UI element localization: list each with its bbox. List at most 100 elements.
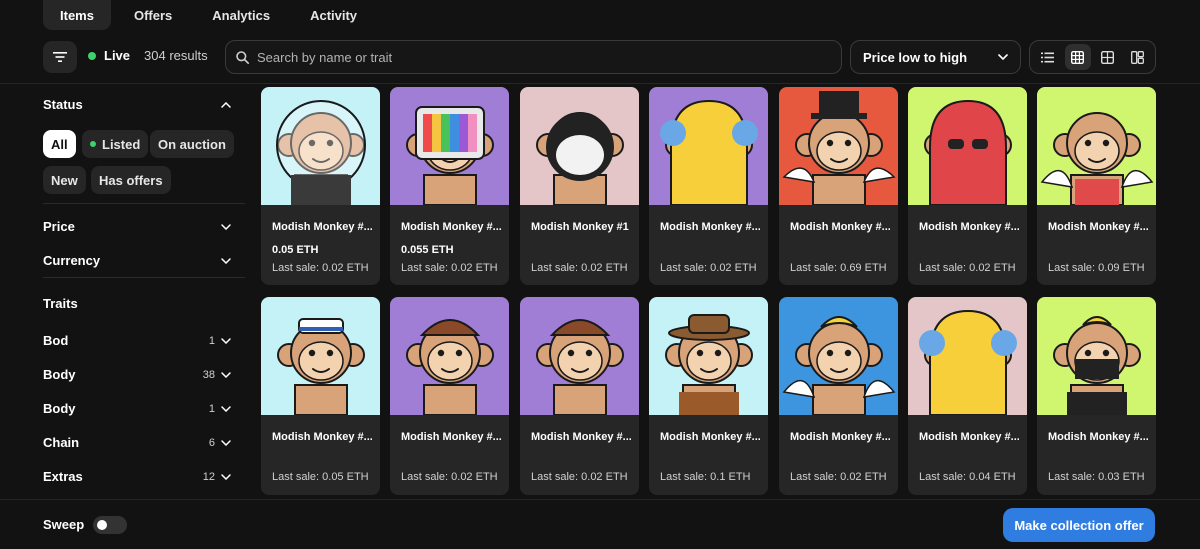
nft-card[interactable]: Modish Monkey #... Last sale: 0.02 ETH xyxy=(390,297,509,495)
trait-row-chain[interactable]: Chain 6 xyxy=(43,435,231,450)
nft-name: Modish Monkey #... xyxy=(272,221,372,233)
nft-card[interactable]: Modish Monkey #... Last sale: 0.69 ETH xyxy=(779,87,898,285)
trait-count: 38 xyxy=(202,368,215,381)
trait-count-wrap: 38 xyxy=(203,369,231,381)
trait-label: Chain xyxy=(43,435,80,450)
search-placeholder: Search by name or trait xyxy=(257,49,393,65)
nft-card[interactable]: Modish Monkey #... 0.05 ETH Last sale: 0.0… xyxy=(261,87,380,285)
status-chip-on-auction[interactable]: On auction xyxy=(150,130,234,158)
make-collection-offer-button[interactable]: Make collection offer xyxy=(1003,508,1155,542)
nft-image xyxy=(1037,87,1156,205)
nft-last-sale: Last sale: 0.05 ETH xyxy=(272,471,369,483)
sidebar-divider xyxy=(43,203,245,204)
trait-label: Extras xyxy=(43,469,83,484)
grid-view-button[interactable] xyxy=(1094,44,1120,70)
status-chip-all[interactable]: All xyxy=(43,130,76,158)
filter-toggle-button[interactable] xyxy=(43,41,77,73)
nft-image xyxy=(390,87,509,205)
listed-label: Listed xyxy=(102,136,141,152)
nft-last-sale: Last sale: 0.02 ETH xyxy=(272,262,369,274)
live-label: Live xyxy=(104,48,131,63)
nft-card[interactable]: Modish Monkey #... Last sale: 0.09 ETH xyxy=(1037,87,1156,285)
list-view-icon xyxy=(1041,52,1055,62)
trait-row-body-2[interactable]: Body 1 xyxy=(43,401,231,416)
price-filter[interactable]: Price xyxy=(43,219,231,234)
trait-count: 1 xyxy=(208,334,215,347)
result-count: 304 results xyxy=(144,48,208,63)
footer-divider xyxy=(0,499,1200,500)
nft-image xyxy=(1037,297,1156,415)
tab-analytics[interactable]: Analytics xyxy=(195,0,287,30)
tab-offers[interactable]: Offers xyxy=(117,0,189,30)
nft-card[interactable]: Modish Monkey #... Last sale: 0.02 ETH xyxy=(908,87,1027,285)
status-section-header[interactable]: Status xyxy=(43,97,231,112)
nft-last-sale: Last sale: 0.02 ETH xyxy=(531,262,628,274)
nft-card[interactable]: Modish Monkey #... Last sale: 0.02 ETH xyxy=(520,297,639,495)
nft-last-sale: Last sale: 0.1 ETH xyxy=(660,471,751,483)
traits-title: Traits xyxy=(43,296,78,311)
currency-filter[interactable]: Currency xyxy=(43,253,231,268)
sweep-label: Sweep xyxy=(43,517,85,532)
chevron-down-icon xyxy=(221,473,231,480)
nft-card[interactable]: Modish Monkey #1 Last sale: 0.02 ETH xyxy=(520,87,639,285)
nft-name: Modish Monkey #... xyxy=(790,221,890,233)
trait-row-extras[interactable]: Extras 12 xyxy=(43,469,231,484)
toggle-knob xyxy=(97,520,107,530)
tab-activity[interactable]: Activity xyxy=(293,0,374,30)
chevron-down-icon xyxy=(221,223,231,230)
price-label: Price xyxy=(43,219,75,234)
nft-card[interactable]: Modish Monkey #... Last sale: 0.03 ETH xyxy=(1037,297,1156,495)
trait-label: Bod xyxy=(43,333,69,348)
chevron-down-icon xyxy=(221,439,231,446)
nft-last-sale: Last sale: 0.02 ETH xyxy=(401,471,498,483)
trait-count-wrap: 12 xyxy=(203,471,231,483)
nft-name: Modish Monkey #... xyxy=(272,431,372,443)
traits-header: Traits xyxy=(43,296,231,311)
nft-name: Modish Monkey #... xyxy=(401,431,501,443)
nft-price: 0.055 ETH xyxy=(401,244,454,256)
nft-card[interactable]: Modish Monkey #... 0.055 ETH Last sale: 0.… xyxy=(390,87,509,285)
nft-last-sale: Last sale: 0.69 ETH xyxy=(790,262,887,274)
status-chip-listed[interactable]: Listed xyxy=(82,130,149,158)
nft-image xyxy=(649,297,768,415)
nft-card[interactable]: Modish Monkey #... Last sale: 0.04 ETH xyxy=(908,297,1027,495)
search-input[interactable]: Search by name or trait xyxy=(225,40,842,74)
currency-label: Currency xyxy=(43,253,101,268)
search-icon xyxy=(236,50,249,64)
live-status: Live 304 results xyxy=(88,48,208,63)
split-view-button[interactable] xyxy=(1124,44,1150,70)
nft-last-sale: Last sale: 0.02 ETH xyxy=(660,262,757,274)
dense-grid-view-button[interactable] xyxy=(1064,44,1091,70)
nft-card[interactable]: Modish Monkey #... Last sale: 0.02 ETH xyxy=(649,87,768,285)
chevron-down-icon xyxy=(998,54,1008,60)
tab-items[interactable]: Items xyxy=(43,0,111,30)
trait-label: Body xyxy=(43,401,76,416)
sort-dropdown[interactable]: Price low to high xyxy=(850,40,1021,74)
nft-name: Modish Monkey #1 xyxy=(531,221,629,233)
nft-card[interactable]: Modish Monkey #... Last sale: 0.02 ETH xyxy=(779,297,898,495)
nft-card[interactable]: Modish Monkey #... Last sale: 0.05 ETH xyxy=(261,297,380,495)
sweep-toggle[interactable] xyxy=(93,516,127,534)
nft-last-sale: Last sale: 0.04 ETH xyxy=(919,471,1016,483)
nft-image xyxy=(520,87,639,205)
trait-count-wrap: 6 xyxy=(209,437,231,449)
trait-row-bod[interactable]: Bod 1 xyxy=(43,333,231,348)
nft-name: Modish Monkey #... xyxy=(919,431,1019,443)
trait-row-body[interactable]: Body 38 xyxy=(43,367,231,382)
nft-last-sale: Last sale: 0.09 ETH xyxy=(1048,262,1145,274)
status-chip-new[interactable]: New xyxy=(43,166,86,194)
trait-count-wrap: 1 xyxy=(209,403,231,415)
nft-name: Modish Monkey #... xyxy=(660,221,760,233)
status-chip-has-offers[interactable]: Has offers xyxy=(91,166,171,194)
nft-last-sale: Last sale: 0.02 ETH xyxy=(401,262,498,274)
nft-card[interactable]: Modish Monkey #... Last sale: 0.1 ETH xyxy=(649,297,768,495)
list-view-button[interactable] xyxy=(1035,44,1061,70)
nft-image xyxy=(520,297,639,415)
chevron-down-icon xyxy=(221,405,231,412)
filter-lines-icon xyxy=(53,52,67,62)
trait-label: Body xyxy=(43,367,76,382)
nft-image xyxy=(261,297,380,415)
nft-image xyxy=(779,87,898,205)
trait-count: 1 xyxy=(208,402,215,415)
nft-price: 0.05 ETH xyxy=(272,244,319,256)
